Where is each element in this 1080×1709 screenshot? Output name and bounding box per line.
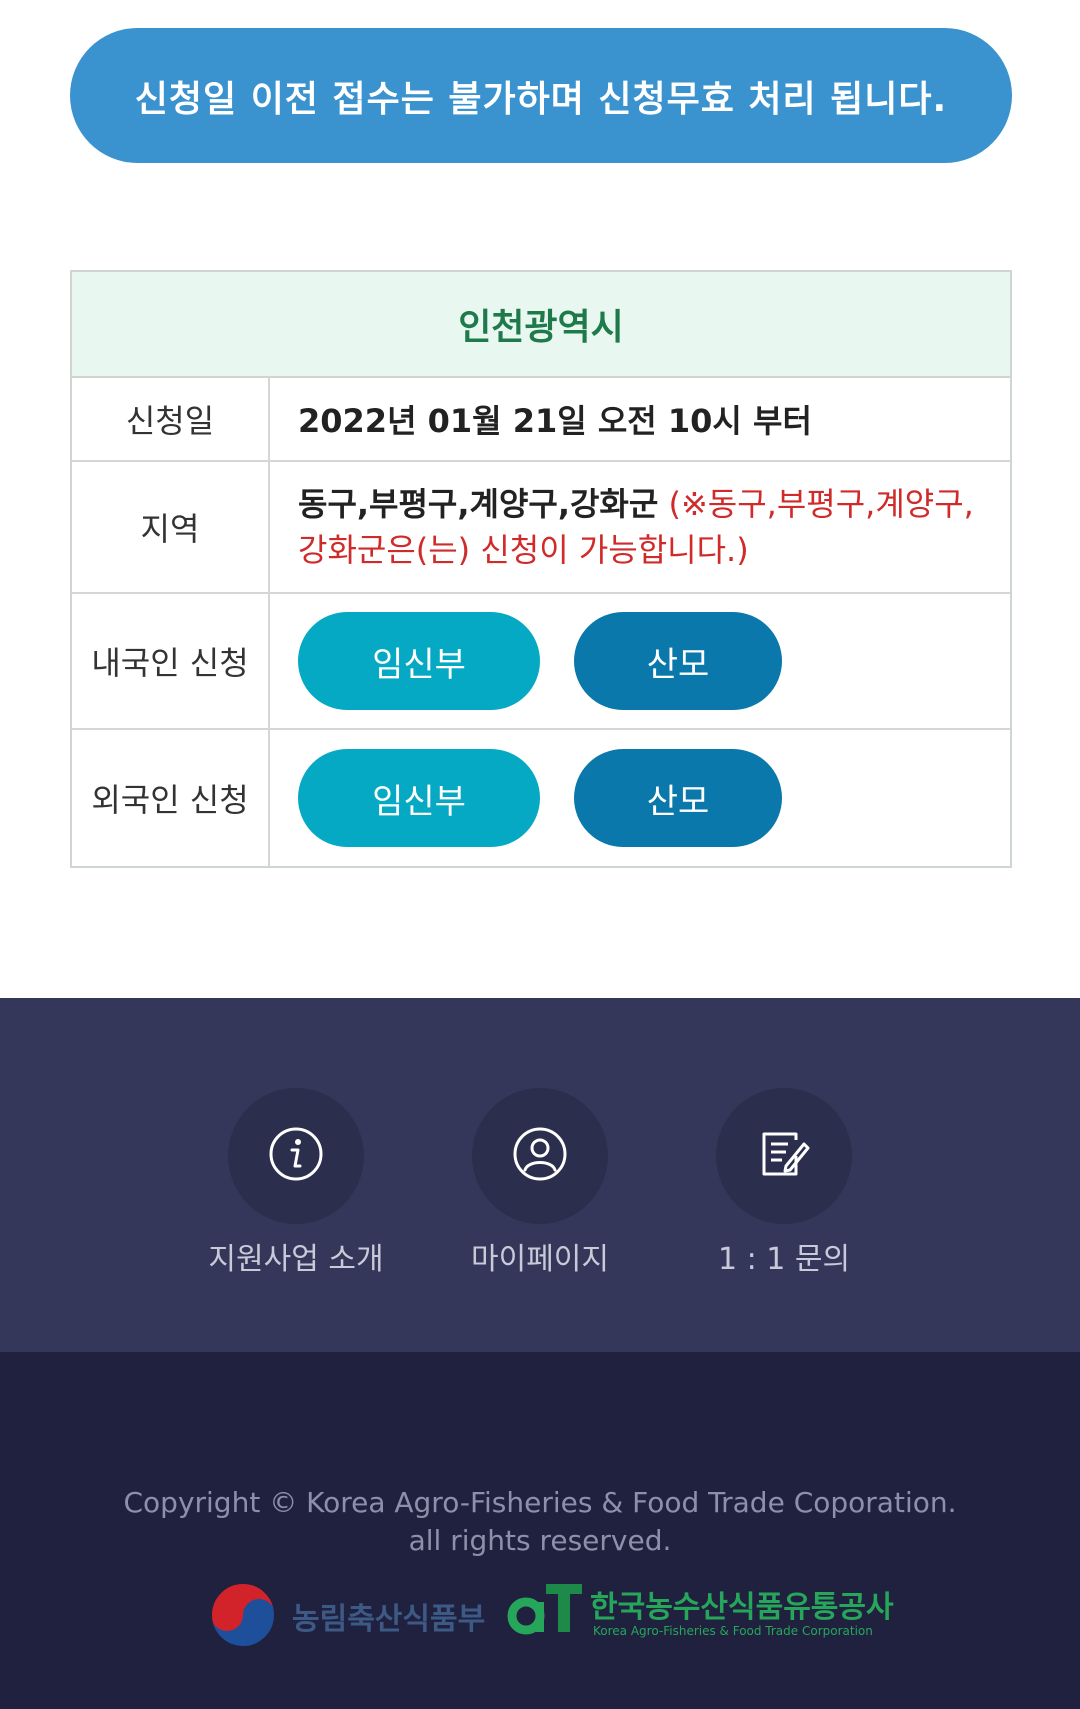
footer-item-mypage-label: 마이페이지: [471, 1242, 609, 1277]
notice-banner: 신청일 이전 접수는 불가하며 신청무효 처리 됩니다.: [70, 28, 1012, 163]
region-info-table: 인천광역시 신청일 2022년 01월 21일 오전 10시 부터 지역 동구,…: [70, 270, 1012, 868]
area-label: 지역: [72, 462, 270, 592]
domestic-mother-button[interactable]: 산모: [574, 612, 782, 710]
at-logo-subtext: Korea Agro-Fisheries & Food Trade Corpor…: [593, 1624, 873, 1638]
copyright-line2: all rights reserved.: [408, 1524, 672, 1557]
foreign-mother-button[interactable]: 산모: [574, 749, 782, 847]
footer-item-intro-label: 지원사업 소개: [208, 1242, 384, 1277]
user-icon: [512, 1126, 568, 1186]
footer-item-intro[interactable]: 지원사업 소개: [176, 1088, 416, 1278]
copyright: Copyright © Korea Agro-Fisheries & Food …: [0, 1484, 1080, 1560]
footer-menu: 지원사업 소개 마이페이지 1: 1 문의: [0, 998, 1080, 1352]
foreign-label: 외국인 신청: [72, 730, 270, 866]
edit-document-icon: [756, 1126, 812, 1186]
at-logo-text: 한국농수산식품유통공사: [590, 1590, 894, 1625]
domestic-label: 내국인 신청: [72, 594, 270, 728]
notice-text: 신청일 이전 접수는 불가하며 신청무효 처리 됩니다.: [134, 78, 948, 120]
at-logo-icon: [506, 1580, 586, 1644]
foreign-pregnant-button[interactable]: 임신부: [298, 749, 540, 847]
footer-item-mypage[interactable]: 마이페이지: [420, 1088, 660, 1278]
table-title: 인천광역시: [72, 272, 1010, 378]
footer-bottom: Copyright © Korea Agro-Fisheries & Food …: [0, 1352, 1080, 1709]
footer-item-inquiry-label: 1 : 1 문의: [717, 1242, 851, 1277]
date-label: 신청일: [72, 378, 270, 460]
domestic-pregnant-button[interactable]: 임신부: [298, 612, 540, 710]
date-value: 2022년 01월 21일 오전 10시 부터: [298, 402, 812, 440]
info-icon: [268, 1126, 324, 1186]
ministry-logo-text: 농림축산식품부: [292, 1602, 486, 1637]
table-row-date: 신청일 2022년 01월 21일 오전 10시 부터: [72, 378, 1010, 462]
footer-item-inquiry[interactable]: 1 : 1 문의: [664, 1088, 904, 1278]
copyright-line1: Copyright © Korea Agro-Fisheries & Food …: [123, 1486, 957, 1519]
ministry-emblem-icon: [208, 1580, 278, 1654]
table-row-foreign: 외국인 신청 임신부 산모: [72, 730, 1010, 866]
footer-logos: 농림축산식품부 한국농수산식품유통공사 Korea Agro-Fisheries…: [208, 1580, 894, 1654]
area-value: 동구,부평구,계양구,강화군: [298, 485, 659, 523]
table-row-area: 지역 동구,부평구,계양구,강화군 (※동구,부평구,계양구,강화군은(는) 신…: [72, 462, 1010, 594]
table-row-domestic: 내국인 신청 임신부 산모: [72, 594, 1010, 730]
